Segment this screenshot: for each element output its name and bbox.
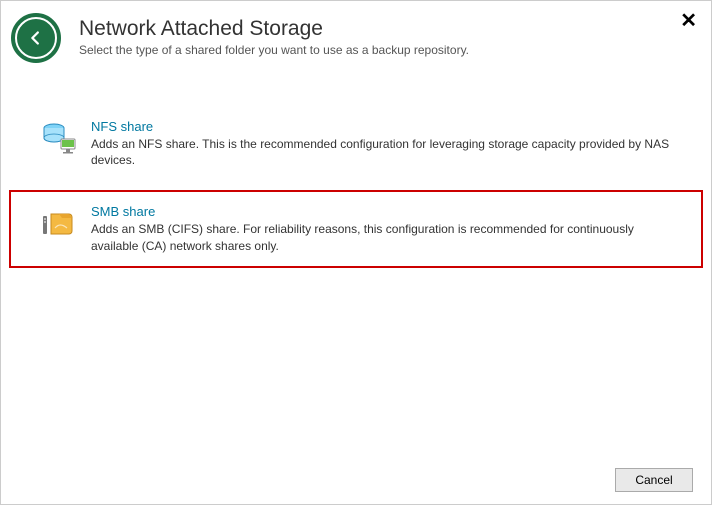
- option-desc: Adds an NFS share. This is the recommend…: [91, 136, 679, 168]
- option-title: NFS share: [91, 119, 679, 134]
- footer: Cancel: [615, 468, 693, 492]
- page-title: Network Attached Storage: [79, 17, 469, 41]
- options-list: NFS share Adds an NFS share. This is the…: [1, 107, 711, 268]
- option-smb-share[interactable]: SMB share Adds an SMB (CIFS) share. For …: [9, 190, 703, 267]
- header-bar: Network Attached Storage Select the type…: [1, 1, 711, 77]
- cancel-button[interactable]: Cancel: [615, 468, 693, 492]
- option-desc: Adds an SMB (CIFS) share. For reliabilit…: [91, 221, 679, 253]
- page-subtitle: Select the type of a shared folder you w…: [79, 43, 469, 57]
- option-title: SMB share: [91, 204, 679, 219]
- close-icon[interactable]: ✕: [680, 11, 697, 31]
- nfs-share-icon: [41, 121, 77, 157]
- smb-share-icon: [41, 206, 77, 242]
- option-nfs-share[interactable]: NFS share Adds an NFS share. This is the…: [11, 107, 701, 180]
- back-button[interactable]: [15, 17, 57, 59]
